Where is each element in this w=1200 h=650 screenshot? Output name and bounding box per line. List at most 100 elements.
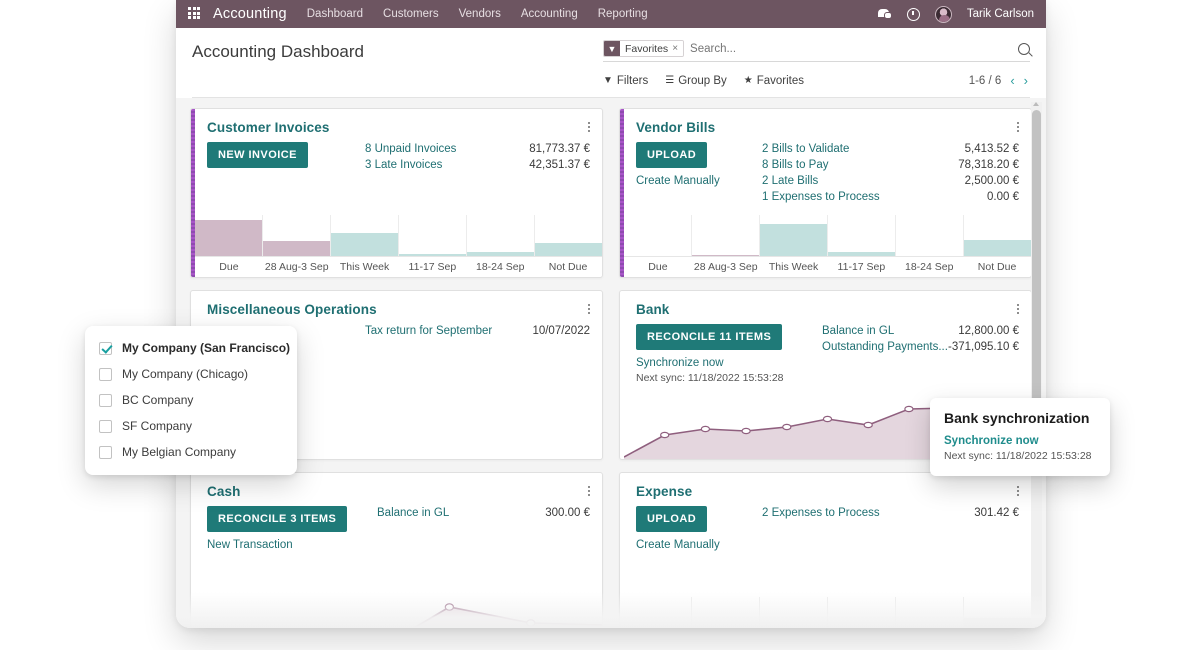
- bar-label: This Week: [331, 257, 399, 277]
- company-option-bc-company[interactable]: BC Company: [85, 387, 297, 413]
- bar-column: [691, 215, 759, 256]
- search-input[interactable]: [684, 43, 1012, 55]
- scrollbar-thumb[interactable]: [1032, 110, 1041, 440]
- bar-label: This Week: [760, 257, 828, 277]
- bar-column: [624, 597, 691, 628]
- filters-button[interactable]: ▼ Filters: [603, 75, 648, 87]
- reconcile-items-button[interactable]: RECONCILE 3 ITEMS: [207, 506, 347, 532]
- popover-synchronize-now-link[interactable]: Synchronize now: [944, 435, 1096, 447]
- stat-label[interactable]: 8 Unpaid Invoices: [365, 142, 456, 158]
- nav-item-accounting[interactable]: Accounting: [521, 8, 578, 20]
- card-menu-icon[interactable]: [1017, 302, 1020, 316]
- stat-label[interactable]: Balance in GL: [377, 506, 449, 522]
- stat-label[interactable]: 1 Expenses to Process: [762, 190, 880, 206]
- bar-axis-labels: Due 28 Aug-3 Sep This Week 11-17 Sep 18-…: [195, 256, 602, 277]
- card-menu-icon[interactable]: [1017, 484, 1020, 498]
- pager-count: 1-6 / 6: [969, 75, 1002, 87]
- stat-row: 2 Bills to Validate 5,413.52 €: [762, 142, 1019, 158]
- nav-item-customers[interactable]: Customers: [383, 8, 439, 20]
- search-icon[interactable]: [1018, 43, 1030, 55]
- create-manually-link[interactable]: Create Manually: [636, 539, 754, 551]
- search-facet-favorites[interactable]: ▼ Favorites ×: [603, 40, 684, 57]
- card-expense[interactable]: Expense UPLOAD Create Manually 2 Expense…: [619, 472, 1032, 628]
- star-icon: ★: [744, 75, 753, 86]
- company-option-sf-company[interactable]: SF Company: [85, 413, 297, 439]
- stat-row: 2 Expenses to Process 301.42 €: [762, 506, 1019, 522]
- chat-bubble-icon[interactable]: [878, 9, 892, 20]
- facet-remove-icon[interactable]: ×: [672, 41, 683, 56]
- apps-grid-icon[interactable]: [188, 7, 204, 21]
- control-panel: Accounting Dashboard ▼ Favorites ×: [176, 28, 1046, 98]
- stat-label[interactable]: 2 Bills to Validate: [762, 142, 849, 158]
- search-bar[interactable]: ▼ Favorites ×: [603, 40, 1030, 62]
- clock-icon[interactable]: [907, 8, 920, 21]
- bar-column: [759, 215, 827, 256]
- card-title: Cash: [207, 484, 240, 499]
- card-menu-icon[interactable]: [1017, 120, 1020, 134]
- bank-synchronization-popover: Bank synchronization Synchronize now Nex…: [930, 398, 1110, 476]
- checkbox-icon[interactable]: [99, 394, 112, 407]
- stat-value: 2,500.00 €: [965, 174, 1019, 190]
- company-label: SF Company: [122, 419, 192, 433]
- stat-row: Balance in GL 12,800.00 €: [822, 324, 1019, 340]
- upload-button[interactable]: UPLOAD: [636, 142, 707, 168]
- user-name[interactable]: Tarik Carlson: [967, 8, 1034, 20]
- stat-label[interactable]: Outstanding Payments...: [822, 340, 948, 356]
- stat-value: 78,318.20 €: [958, 158, 1019, 174]
- facet-label: Favorites: [620, 41, 672, 56]
- stat-label[interactable]: 3 Late Invoices: [365, 158, 442, 174]
- avatar[interactable]: [935, 6, 952, 23]
- bar-label: Not Due: [963, 257, 1031, 277]
- filter-funnel-icon: ▼: [604, 41, 620, 56]
- stat-row: 3 Late Invoices 42,351.37 €: [365, 158, 590, 174]
- pager-next-icon[interactable]: ›: [1024, 74, 1028, 87]
- company-option-my-belgian-company[interactable]: My Belgian Company: [85, 439, 297, 465]
- nav-item-dashboard[interactable]: Dashboard: [307, 8, 363, 20]
- group-by-button[interactable]: ☰ Group By: [665, 75, 727, 87]
- app-brand-title[interactable]: Accounting: [213, 6, 287, 22]
- stat-label[interactable]: Tax return for September: [365, 324, 492, 340]
- upload-button[interactable]: UPLOAD: [636, 506, 707, 532]
- cash-area-chart: [195, 593, 602, 628]
- vendor-bills-bar-chart: Due 28 Aug-3 Sep This Week 11-17 Sep 18-…: [624, 215, 1031, 277]
- card-title: Miscellaneous Operations: [207, 302, 377, 317]
- bar-column: [262, 215, 330, 256]
- checkbox-icon[interactable]: [99, 446, 112, 459]
- nav-item-vendors[interactable]: Vendors: [459, 8, 501, 20]
- checkbox-icon[interactable]: [99, 420, 112, 433]
- stat-label[interactable]: 2 Expenses to Process: [762, 506, 880, 522]
- vertical-scrollbar[interactable]: [1031, 102, 1042, 622]
- card-vendor-bills[interactable]: Vendor Bills UPLOAD Create Manually 2 Bi…: [619, 108, 1032, 278]
- checkbox-checked-icon[interactable]: [99, 342, 112, 355]
- stat-label[interactable]: 8 Bills to Pay: [762, 158, 828, 174]
- card-menu-icon[interactable]: [588, 120, 591, 134]
- new-transaction-link[interactable]: New Transaction: [207, 539, 369, 551]
- company-option-my-company-san-francisco[interactable]: My Company (San Francisco): [85, 335, 297, 361]
- card-cash[interactable]: Cash RECONCILE 3 ITEMS New Transaction B…: [190, 472, 603, 628]
- create-manually-link[interactable]: Create Manually: [636, 175, 754, 187]
- bar-column: [827, 597, 895, 628]
- stat-row: 1 Expenses to Process 0.00 €: [762, 190, 1019, 206]
- scroll-up-arrow-icon[interactable]: [1033, 102, 1039, 106]
- reconcile-items-button[interactable]: RECONCILE 11 ITEMS: [636, 324, 782, 350]
- company-option-my-company-chicago[interactable]: My Company (Chicago): [85, 361, 297, 387]
- stat-value: 81,773.37 €: [529, 142, 590, 158]
- screenshot-stage: Accounting Dashboard Customers Vendors A…: [0, 0, 1200, 650]
- stat-row: 2 Late Bills 2,500.00 €: [762, 174, 1019, 190]
- pager-previous-icon[interactable]: ‹: [1010, 74, 1014, 87]
- bar-columns: [624, 215, 1031, 256]
- synchronize-now-link[interactable]: Synchronize now: [636, 357, 814, 369]
- stat-label[interactable]: 2 Late Bills: [762, 174, 818, 190]
- bar-column: [759, 597, 827, 628]
- card-menu-icon[interactable]: [588, 484, 591, 498]
- new-invoice-button[interactable]: NEW INVOICE: [207, 142, 308, 168]
- card-customer-invoices[interactable]: Customer Invoices NEW INVOICE 8 Unpaid I…: [190, 108, 603, 278]
- stat-label[interactable]: Balance in GL: [822, 324, 894, 340]
- nav-item-reporting[interactable]: Reporting: [598, 8, 648, 20]
- favorites-button[interactable]: ★ Favorites: [744, 75, 804, 87]
- bar-label: 11-17 Sep: [398, 257, 466, 277]
- card-menu-icon[interactable]: [588, 302, 591, 316]
- bar-label: Due: [624, 257, 692, 277]
- stat-value: 42,351.37 €: [529, 158, 590, 174]
- checkbox-icon[interactable]: [99, 368, 112, 381]
